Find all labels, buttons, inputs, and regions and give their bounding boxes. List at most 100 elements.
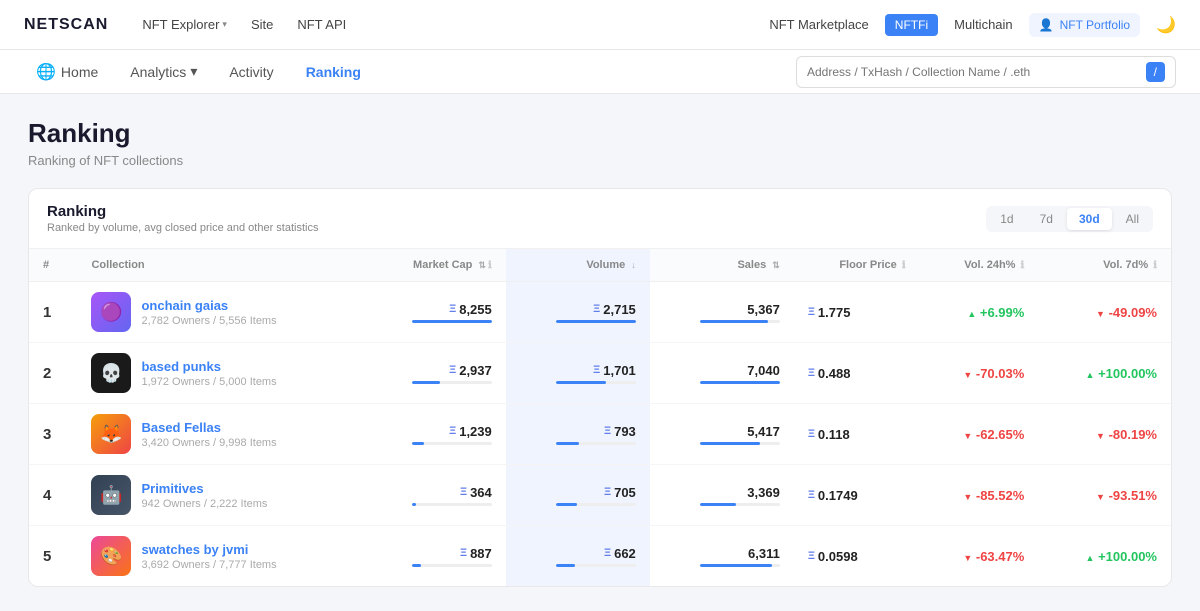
nav-activity[interactable]: Activity bbox=[217, 58, 285, 86]
volume-value: Ξ793 bbox=[604, 424, 636, 439]
search-bar: / bbox=[796, 56, 1176, 88]
search-button[interactable]: / bbox=[1146, 62, 1165, 82]
marketcap-info-icon[interactable]: ℹ bbox=[488, 260, 492, 271]
table-header: Ranking Ranked by volume, avg closed pri… bbox=[29, 189, 1171, 249]
vol7d-value: ▼ -93.51% bbox=[1096, 488, 1157, 503]
portfolio-button[interactable]: 👤 NFT Portfolio bbox=[1029, 13, 1140, 37]
sales-sort-icon: ⇅ bbox=[772, 260, 780, 270]
vol7d-info-icon[interactable]: ℹ bbox=[1153, 260, 1157, 271]
arrow-down-icon: ▼ bbox=[1096, 492, 1105, 502]
volume-bar bbox=[556, 320, 636, 323]
nav-ranking[interactable]: Ranking bbox=[294, 58, 373, 86]
nft-api-link[interactable]: NFT API bbox=[287, 11, 356, 38]
table-row: 5 🎨 swatches by jvmi 3,692 Owners / 7,77… bbox=[29, 526, 1171, 587]
marketcap-bar-fill bbox=[412, 564, 421, 567]
nav-home-label: Home bbox=[61, 64, 98, 80]
rank-number: 3 bbox=[43, 426, 51, 443]
period-7d[interactable]: 7d bbox=[1028, 208, 1065, 230]
marketcap-cell: Ξ1,239 bbox=[362, 404, 506, 465]
collection-name[interactable]: Primitives bbox=[141, 481, 203, 496]
collection-meta: 3,692 Owners / 7,777 Items bbox=[141, 559, 276, 571]
volume-bar-fill bbox=[556, 381, 606, 384]
logo-text: NETSCAN bbox=[24, 16, 108, 34]
eth-icon: Ξ bbox=[449, 303, 456, 315]
volume-bar bbox=[556, 564, 636, 567]
sales-cell: 7,040 bbox=[650, 343, 794, 404]
ranking-card: Ranking Ranked by volume, avg closed pri… bbox=[28, 188, 1172, 587]
collection-name[interactable]: swatches by jvmi bbox=[141, 542, 248, 557]
period-1d[interactable]: 1d bbox=[988, 208, 1025, 230]
vol7d-cell: ▼ -93.51% bbox=[1038, 465, 1171, 526]
eth-icon: Ξ bbox=[460, 547, 467, 559]
volume-cell: Ξ662 bbox=[506, 526, 650, 587]
collection-name[interactable]: based punks bbox=[141, 359, 220, 374]
table-row: 3 🦊 Based Fellas 3,420 Owners / 9,998 It… bbox=[29, 404, 1171, 465]
eth-icon: Ξ bbox=[808, 489, 815, 501]
volume-cell: Ξ2,715 bbox=[506, 282, 650, 343]
vol24h-cell: ▼ -85.52% bbox=[920, 465, 1039, 526]
sales-value: 7,040 bbox=[747, 363, 780, 378]
search-input[interactable] bbox=[807, 65, 1140, 79]
volume-bar bbox=[556, 503, 636, 506]
collection-cell: 🤖 Primitives 942 Owners / 2,222 Items bbox=[77, 465, 361, 526]
eth-icon: Ξ bbox=[449, 364, 456, 376]
logo[interactable]: NETSCAN bbox=[24, 16, 108, 34]
nft-marketplace-link[interactable]: NFT Marketplace bbox=[769, 17, 868, 32]
collection-info: Primitives 942 Owners / 2,222 Items bbox=[141, 481, 267, 510]
marketcap-value: Ξ887 bbox=[460, 546, 492, 561]
ranking-card-title: Ranking bbox=[47, 203, 318, 220]
sales-bar bbox=[700, 320, 780, 323]
nav-analytics[interactable]: Analytics ▾ bbox=[118, 57, 209, 86]
portfolio-label: NFT Portfolio bbox=[1060, 18, 1130, 32]
nav-home[interactable]: 🌐 Home bbox=[24, 56, 110, 88]
rank-cell: 5 bbox=[29, 526, 77, 587]
floor-cell: Ξ0.118 bbox=[794, 404, 920, 465]
collection-name[interactable]: Based Fellas bbox=[141, 420, 221, 435]
rank-number: 4 bbox=[43, 487, 51, 504]
arrow-down-icon: ▼ bbox=[963, 370, 972, 380]
volume-value: Ξ1,701 bbox=[593, 363, 636, 378]
nav-activity-label: Activity bbox=[229, 64, 273, 80]
sales-bar-fill bbox=[700, 503, 736, 506]
eth-icon: Ξ bbox=[808, 306, 815, 318]
table-row: 1 🟣 onchain gaias 2,782 Owners / 5,556 I… bbox=[29, 282, 1171, 343]
period-30d[interactable]: 30d bbox=[1067, 208, 1112, 230]
nft-explorer-link[interactable]: NFT Explorer ▾ bbox=[132, 11, 237, 38]
marketcap-bar bbox=[412, 320, 492, 323]
site-link[interactable]: Site bbox=[241, 11, 283, 38]
collection-name[interactable]: onchain gaias bbox=[141, 298, 228, 313]
vol24h-value: ▲ +6.99% bbox=[967, 305, 1024, 320]
col-sales: Sales ⇅ bbox=[650, 249, 794, 282]
sales-bar bbox=[700, 564, 780, 567]
nftfi-link[interactable]: NFTFi bbox=[885, 14, 938, 36]
collection-meta: 3,420 Owners / 9,998 Items bbox=[141, 437, 276, 449]
avatar-emoji: 🎨 bbox=[100, 546, 122, 567]
collection-avatar: 🦊 bbox=[91, 414, 131, 454]
volume-bar bbox=[556, 442, 636, 445]
collection-cell: 🦊 Based Fellas 3,420 Owners / 9,998 Item… bbox=[77, 404, 361, 465]
rank-cell: 4 bbox=[29, 465, 77, 526]
sales-bar-fill bbox=[700, 381, 780, 384]
col-vol7d: Vol. 7d% ℹ bbox=[1038, 249, 1171, 282]
period-tabs: 1d 7d 30d All bbox=[986, 206, 1153, 232]
marketcap-bar bbox=[412, 503, 492, 506]
marketcap-value: Ξ8,255 bbox=[449, 302, 492, 317]
vol24h-value: ▼ -63.47% bbox=[963, 549, 1024, 564]
vol24h-info-icon[interactable]: ℹ bbox=[1021, 260, 1025, 271]
eth-icon: Ξ bbox=[604, 547, 611, 559]
marketcap-cell: Ξ2,937 bbox=[362, 343, 506, 404]
arrow-up-icon: ▲ bbox=[967, 309, 976, 319]
col-floorprice: Floor Price ℹ bbox=[794, 249, 920, 282]
page-subtitle: Ranking of NFT collections bbox=[28, 153, 1172, 168]
multichain-link[interactable]: Multichain bbox=[954, 17, 1013, 32]
table-row: 2 💀 based punks 1,972 Owners / 5,000 Ite… bbox=[29, 343, 1171, 404]
volume-sort-icon: ↓ bbox=[631, 260, 636, 270]
collection-info: swatches by jvmi 3,692 Owners / 7,777 It… bbox=[141, 542, 276, 571]
theme-toggle[interactable]: 🌙 bbox=[1156, 15, 1176, 35]
floor-info-icon[interactable]: ℹ bbox=[902, 260, 906, 271]
vol24h-cell: ▼ -63.47% bbox=[920, 526, 1039, 587]
period-all[interactable]: All bbox=[1114, 208, 1151, 230]
eth-icon: Ξ bbox=[593, 364, 600, 376]
vol7d-value: ▼ -80.19% bbox=[1096, 427, 1157, 442]
collection-info: based punks 1,972 Owners / 5,000 Items bbox=[141, 359, 276, 388]
